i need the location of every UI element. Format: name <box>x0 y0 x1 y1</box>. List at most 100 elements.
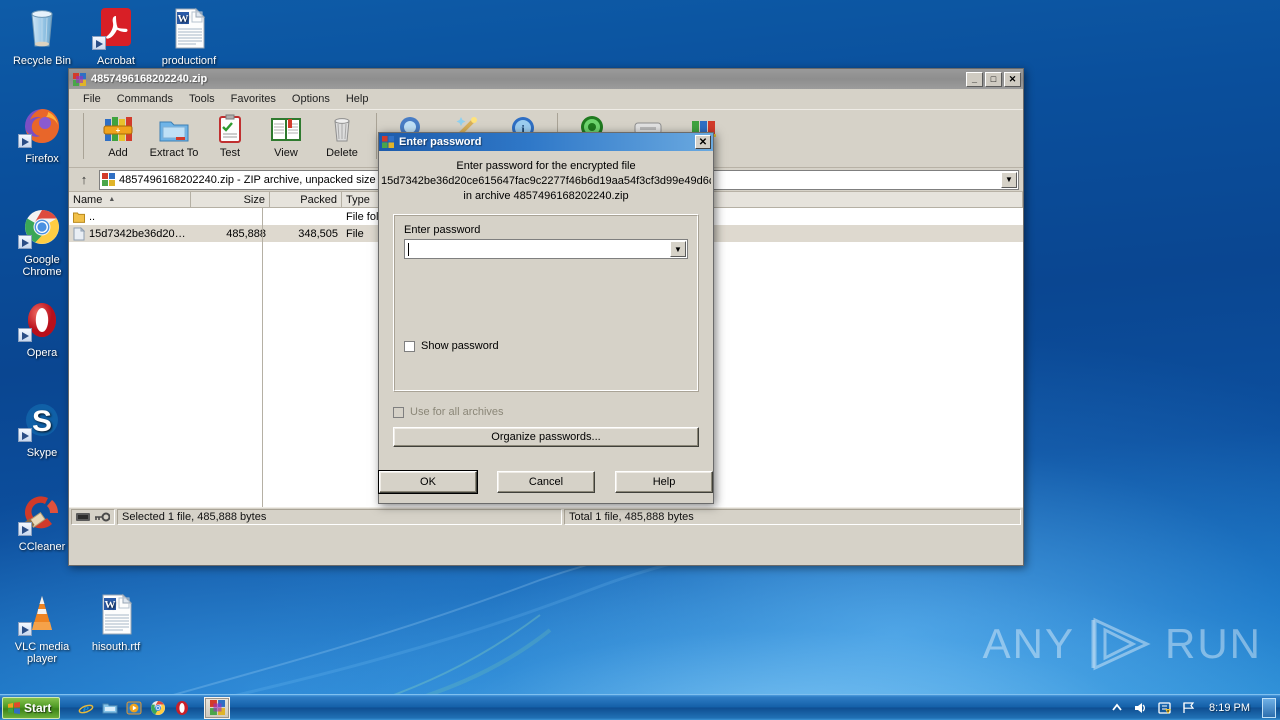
chrome-icon[interactable] <box>150 700 166 716</box>
desktop-icon-productionf[interactable]: W productionf <box>153 6 225 67</box>
password-groupbox-inner: Enter password ▼ Show password <box>394 215 698 391</box>
toolbar-test-button[interactable]: Test <box>202 113 258 159</box>
shortcut-overlay-icon <box>18 134 32 148</box>
folder-up-icon <box>73 212 85 223</box>
menu-favorites[interactable]: Favorites <box>223 91 284 107</box>
desktop-icon-acrobat[interactable]: Acrobat <box>80 6 152 67</box>
desktop-icon-label: Acrobat <box>97 55 135 67</box>
internet-explorer-icon[interactable]: e <box>78 700 94 717</box>
word-document-icon: W <box>165 6 213 52</box>
show-password-checkbox[interactable] <box>404 340 415 352</box>
show-hidden-icons-button[interactable] <box>1109 700 1125 716</box>
opera-icon <box>18 298 66 344</box>
dialog-message: Enter password for the encrypted file 15… <box>379 151 713 208</box>
word-document-icon: W <box>92 592 140 638</box>
show-password-label: Show password <box>421 340 499 352</box>
window-system-buttons[interactable]: _ □ ✕ <box>966 71 1021 87</box>
dialog-message-line-3: in archive 4857496168202240.zip <box>463 190 629 202</box>
toolbar-delete-button[interactable]: Delete <box>314 113 370 159</box>
toolbar-label: Add <box>108 147 128 159</box>
column-header-packed[interactable]: Packed <box>270 192 342 208</box>
shortcut-overlay-icon <box>92 36 106 50</box>
cell-packed <box>270 208 342 225</box>
action-center-icon[interactable] <box>1157 700 1173 716</box>
shortcut-overlay-icon <box>18 428 32 442</box>
minimize-button[interactable]: _ <box>966 71 983 87</box>
chrome-icon <box>18 205 66 251</box>
desktop-icon-hisouth-rtf[interactable]: W hisouth.rtf <box>80 592 152 653</box>
volume-icon[interactable] <box>1133 700 1149 716</box>
svg-text:W: W <box>178 13 189 25</box>
menu-options[interactable]: Options <box>284 91 338 107</box>
ccleaner-icon <box>18 492 66 538</box>
organize-passwords-button[interactable]: Organize passwords... <box>393 427 699 447</box>
system-tray[interactable]: 8:19 PM <box>1109 697 1280 718</box>
enter-password-dialog[interactable]: Enter password ✕ Enter password for the … <box>378 132 714 504</box>
password-dropdown-arrow-icon[interactable]: ▼ <box>670 241 686 257</box>
toolbar-add-button[interactable]: + Add <box>90 113 146 159</box>
start-label: Start <box>24 700 52 715</box>
start-button[interactable]: Start <box>2 696 61 719</box>
watermark-right: RUN <box>1165 620 1262 667</box>
menu-help[interactable]: Help <box>338 91 377 107</box>
window-title: 4857496168202240.zip <box>91 73 208 85</box>
media-player-icon[interactable] <box>126 700 142 716</box>
toolbar-view-button[interactable]: View <box>258 113 314 159</box>
help-button[interactable]: Help <box>615 471 713 493</box>
opera-icon[interactable] <box>174 700 190 716</box>
dialog-close-button[interactable]: ✕ <box>695 135 711 149</box>
toolbar-label: View <box>274 147 298 159</box>
menu-tools[interactable]: Tools <box>181 91 223 107</box>
cancel-button[interactable]: Cancel <box>497 471 595 493</box>
status-icons[interactable] <box>71 508 115 525</box>
windows-explorer-icon[interactable] <box>102 700 118 716</box>
menu-commands[interactable]: Commands <box>109 91 181 107</box>
status-bar: Selected 1 file, 485,888 bytes Total 1 f… <box>69 507 1023 525</box>
menu-file[interactable]: File <box>75 91 109 107</box>
cell-name: 15d7342be36d20… <box>69 225 191 242</box>
watermark-left: ANY <box>982 620 1075 667</box>
dialog-button-row[interactable]: OK Cancel Help <box>379 471 713 493</box>
shortcut-overlay-icon <box>18 622 32 636</box>
taskbar[interactable]: Start e 8:19 PM <box>0 694 1280 720</box>
extract-to-icon <box>156 113 192 145</box>
show-desktop-button[interactable] <box>1262 697 1276 718</box>
view-icon <box>268 113 304 145</box>
use-for-all-archives-checkbox <box>393 406 404 418</box>
window-titlebar[interactable]: 4857496168202240.zip _ □ ✕ <box>69 69 1023 89</box>
desktop-icon-label: VLC media player <box>14 641 70 665</box>
show-password-row[interactable]: Show password <box>404 340 688 352</box>
quick-launch[interactable]: e <box>78 700 190 717</box>
menu-bar[interactable]: File Commands Tools Favorites Options He… <box>69 89 1023 109</box>
dialog-titlebar[interactable]: Enter password ✕ <box>379 133 713 151</box>
recycle-bin-icon <box>18 6 66 52</box>
column-header-name[interactable]: Name ▲ <box>69 192 191 208</box>
ok-button[interactable]: OK <box>379 471 477 493</box>
toolbar-separator <box>376 113 377 159</box>
taskbar-button-winrar[interactable] <box>204 696 231 719</box>
desktop-icon-recycle-bin[interactable]: Recycle Bin <box>6 6 78 67</box>
taskbar-tasks[interactable] <box>204 696 231 719</box>
dialog-title: Enter password <box>399 136 482 148</box>
maximize-button[interactable]: □ <box>985 71 1002 87</box>
cell-size: 485,888 <box>226 227 266 240</box>
toolbar-extract-to-button[interactable]: Extract To <box>146 113 202 159</box>
column-header-size[interactable]: Size <box>191 192 270 208</box>
network-icon[interactable] <box>1181 700 1197 716</box>
winrar-icon <box>382 136 394 148</box>
desktop-icon-vlc[interactable]: VLC media player <box>6 592 78 665</box>
close-button[interactable]: ✕ <box>1004 71 1021 87</box>
firefox-icon <box>18 104 66 150</box>
password-input[interactable]: ▼ <box>404 239 688 259</box>
skype-icon: S <box>18 398 66 444</box>
anyrun-play-logo-icon <box>1091 617 1151 671</box>
delete-icon <box>324 113 360 145</box>
list-pane-splitter[interactable] <box>262 208 263 507</box>
taskbar-clock[interactable]: 8:19 PM <box>1209 702 1250 714</box>
winrar-icon <box>209 700 225 715</box>
test-icon <box>212 113 248 145</box>
address-dropdown-arrow-icon[interactable]: ▼ <box>1001 171 1017 188</box>
windows-logo-icon <box>8 701 20 714</box>
up-one-level-button[interactable]: ↑ <box>73 170 95 190</box>
adobe-acrobat-icon <box>92 6 140 52</box>
